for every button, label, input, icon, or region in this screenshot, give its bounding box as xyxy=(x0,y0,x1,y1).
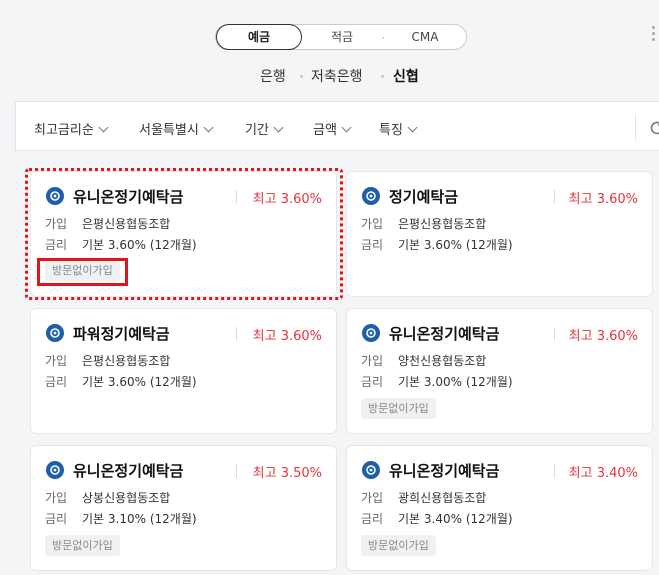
join-institution: 양천신용협동조합 xyxy=(398,354,487,368)
inst-savings-bank[interactable]: 저축은행 xyxy=(311,66,363,86)
product-name: 유니온정기예탁금 xyxy=(389,462,500,480)
rate-label: 금리 xyxy=(45,512,68,526)
filter-region[interactable]: 서울특별시 xyxy=(139,119,214,138)
chevron-down-icon xyxy=(341,122,352,133)
inst-bank[interactable]: 은행 xyxy=(260,66,286,86)
base-rate: 기본 3.60% (12개월) xyxy=(398,238,513,252)
rate-label: 금리 xyxy=(361,238,384,252)
more-menu-icon[interactable] xyxy=(652,26,655,44)
join-label: 가입 xyxy=(361,217,384,231)
filter-feature-label: 특징 xyxy=(379,123,403,138)
credit-union-logo-icon xyxy=(362,187,380,205)
divider xyxy=(236,464,237,478)
credit-union-logo-icon xyxy=(362,461,380,479)
product-card[interactable]: 정기예탁금 최고 3.60% 가입 은평신용협동조합 금리 기본 3.60% (… xyxy=(346,171,653,297)
inst-separator xyxy=(381,75,384,78)
divider xyxy=(236,327,237,341)
inst-separator xyxy=(300,75,303,78)
join-label: 가입 xyxy=(45,354,68,368)
feature-badge: 방문없이가입 xyxy=(45,535,120,556)
inst-credit-union[interactable]: 신협 xyxy=(393,66,419,86)
credit-union-logo-icon xyxy=(362,324,380,342)
max-rate: 최고 3.50% xyxy=(252,466,322,481)
product-card[interactable]: 유니온정기예탁금 최고 3.60% 가입 양천신용협동조합 금리 기본 3.00… xyxy=(346,308,653,434)
filter-bar: 최고금리순 서울특별시 기간 금액 특징 xyxy=(15,101,659,151)
base-rate: 기본 3.40% (12개월) xyxy=(398,512,513,526)
join-institution: 상봉신용협동조합 xyxy=(82,491,171,505)
base-rate: 기본 3.10% (12개월) xyxy=(82,512,197,526)
join-label: 가입 xyxy=(361,354,384,368)
divider xyxy=(554,327,555,341)
refresh-icon[interactable] xyxy=(648,119,659,137)
divider xyxy=(554,190,555,204)
tab-deposit[interactable]: 예금 xyxy=(216,24,302,50)
filter-period-label: 기간 xyxy=(245,123,269,138)
header-area: 예금 적금 CMA 은행 저축은행 신협 xyxy=(0,0,659,101)
product-card[interactable]: 유니온정기예탁금 최고 3.50% 가입 상봉신용협동조합 금리 기본 3.10… xyxy=(30,445,337,571)
filter-amount[interactable]: 금액 xyxy=(313,119,352,138)
product-name: 정기예탁금 xyxy=(389,188,459,206)
divider xyxy=(554,464,555,478)
filter-divider xyxy=(635,114,636,140)
filter-sort[interactable]: 최고금리순 xyxy=(34,119,109,138)
join-institution: 은평신용협동조합 xyxy=(398,217,487,231)
max-rate: 최고 3.60% xyxy=(568,329,638,344)
product-type-tabs: 예금 적금 CMA xyxy=(215,24,467,50)
filter-feature[interactable]: 특징 xyxy=(379,119,418,138)
filter-region-label: 서울특별시 xyxy=(139,123,199,138)
rate-label: 금리 xyxy=(45,375,68,389)
product-name: 유니온정기예탁금 xyxy=(73,462,184,480)
chevron-down-icon xyxy=(407,122,418,133)
product-card[interactable]: 파워정기예탁금 최고 3.60% 가입 은평신용협동조합 금리 기본 3.60%… xyxy=(30,308,337,434)
join-label: 가입 xyxy=(361,491,384,505)
tab-cma[interactable]: CMA xyxy=(384,25,466,49)
base-rate: 기본 3.60% (12개월) xyxy=(82,375,197,389)
product-name: 유니온정기예탁금 xyxy=(389,325,500,343)
join-institution: 광희신용협동조합 xyxy=(398,491,487,505)
max-rate: 최고 3.60% xyxy=(568,192,638,207)
product-card[interactable]: 유니온정기예탁금 최고 3.40% 가입 광희신용협동조합 금리 기본 3.40… xyxy=(346,445,653,571)
filter-amount-label: 금액 xyxy=(313,123,337,138)
max-rate: 최고 3.60% xyxy=(252,329,322,344)
chevron-down-icon xyxy=(98,122,109,133)
rate-label: 금리 xyxy=(361,512,384,526)
credit-union-logo-icon xyxy=(46,461,64,479)
credit-union-logo-icon xyxy=(46,324,64,342)
filter-period[interactable]: 기간 xyxy=(245,119,284,138)
join-institution: 은평신용협동조합 xyxy=(82,354,171,368)
product-name: 파워정기예탁금 xyxy=(73,325,170,343)
highlight-badge-frame xyxy=(37,258,128,286)
rate-label: 금리 xyxy=(361,375,384,389)
max-rate: 최고 3.40% xyxy=(568,466,638,481)
chevron-down-icon xyxy=(203,122,214,133)
feature-badge: 방문없이가입 xyxy=(361,398,436,419)
chevron-down-icon xyxy=(273,122,284,133)
join-label: 가입 xyxy=(45,491,68,505)
base-rate: 기본 3.00% (12개월) xyxy=(398,375,513,389)
tab-savings[interactable]: 적금 xyxy=(302,25,382,49)
feature-badge: 방문없이가입 xyxy=(361,535,436,556)
filter-sort-label: 최고금리순 xyxy=(34,123,94,138)
